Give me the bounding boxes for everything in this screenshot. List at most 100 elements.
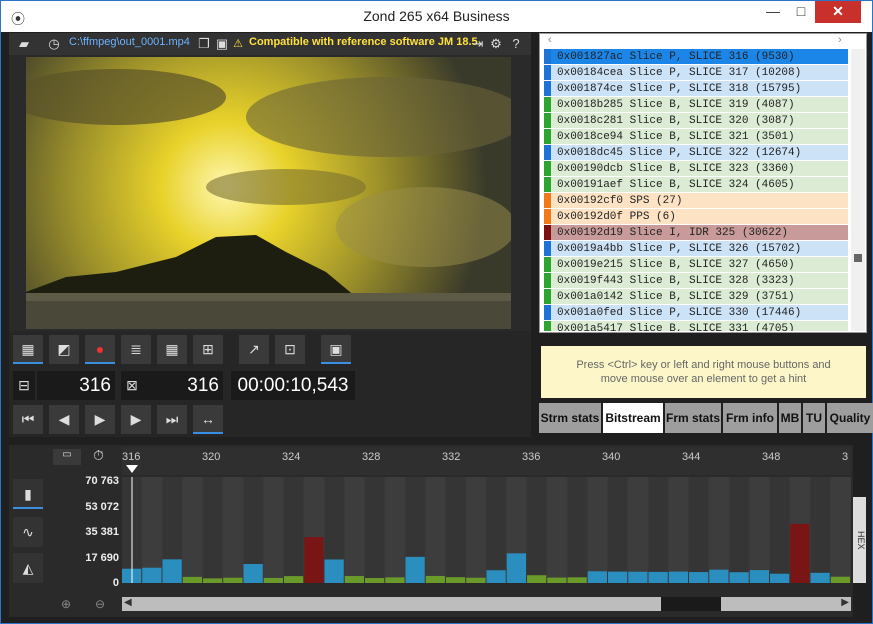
frame-size-bar[interactable]	[385, 577, 405, 583]
frame-size-bar[interactable]	[506, 553, 526, 583]
frame-size-bar[interactable]	[243, 564, 263, 583]
bitstream-row[interactable]: 0x0019a4bb Slice P, SLICE 326 (15702)	[544, 241, 848, 257]
help-icon[interactable]: ?	[507, 35, 525, 53]
zoom-in-icon[interactable]: ⊕	[61, 597, 71, 611]
bitstream-row[interactable]: 0x00184cea Slice P, SLICE 317 (10208)	[544, 65, 848, 81]
frame-view-button[interactable]: ▦	[13, 335, 43, 364]
bitstream-row[interactable]: 0x0018c281 Slice B, SLICE 320 (3087)	[544, 113, 848, 129]
bitstream-row[interactable]: 0x0018ce94 Slice B, SLICE 321 (3501)	[544, 129, 848, 145]
color-components-button[interactable]: ●	[85, 335, 115, 364]
scroll-left-arrow[interactable]: ◀	[124, 597, 132, 608]
first-frame-button[interactable]: ⏮	[13, 405, 43, 434]
export-icon[interactable]: ⇥	[469, 35, 487, 53]
video-frame[interactable]	[26, 57, 511, 329]
bitstream-row[interactable]: 0x0018b285 Slice B, SLICE 319 (4087)	[544, 97, 848, 113]
frame-size-bar[interactable]	[304, 537, 324, 583]
histogram-button[interactable]: ◩	[49, 335, 79, 364]
frame-size-bar[interactable]	[182, 576, 202, 583]
frame-size-bar[interactable]	[405, 556, 425, 583]
scroll-left-icon[interactable]: ‹	[548, 34, 552, 46]
scroll-thumb[interactable]	[661, 597, 721, 611]
frame-size-bar[interactable]	[729, 572, 749, 583]
folder-icon[interactable]: ▰	[15, 35, 33, 53]
bitstream-row[interactable]: 0x00190dcb Slice B, SLICE 323 (3360)	[544, 161, 848, 177]
frame-size-bar[interactable]	[608, 571, 628, 583]
timecode[interactable]: 00:00:10,543	[231, 371, 355, 400]
minimize-button[interactable]: —	[759, 1, 787, 23]
bitstream-row[interactable]: 0x00192d19 Slice I, IDR 325 (30622)	[544, 225, 848, 241]
frame-size-bar[interactable]	[527, 575, 547, 583]
x-axis-ruler[interactable]: 316 320 324 328 332 336 340 344 348 3	[122, 447, 851, 475]
frame-size-bar[interactable]	[628, 571, 648, 583]
vertical-scrollbar[interactable]	[851, 49, 865, 331]
frame-size-bar[interactable]	[547, 577, 567, 583]
frame-size-bar[interactable]	[344, 576, 364, 583]
bar-chart-button[interactable]: ▮	[13, 479, 43, 509]
maximize-button[interactable]: □	[787, 1, 815, 23]
frame-size-bar[interactable]	[425, 575, 445, 583]
bitstream-row[interactable]: 0x0019e215 Slice B, SLICE 327 (4650)	[544, 257, 848, 273]
bitstream-row[interactable]: 0x001a0142 Slice B, SLICE 329 (3751)	[544, 289, 848, 305]
frame-size-bar[interactable]	[365, 578, 385, 583]
tab-mb[interactable]: MB	[779, 403, 801, 433]
frame-size-bar[interactable]	[567, 577, 587, 583]
frame-size-bar[interactable]	[689, 572, 709, 583]
frame-size-bar[interactable]	[749, 570, 769, 583]
tab-quality[interactable]: Quality	[827, 403, 873, 433]
frame-size-bar[interactable]	[203, 578, 223, 583]
motion-vectors-button[interactable]: ↗	[239, 335, 269, 364]
frame-size-bar[interactable]	[142, 567, 162, 583]
bitstream-row[interactable]: 0x001827ac Slice P, SLICE 316 (9530)	[544, 49, 848, 65]
frame-size-bar[interactable]	[709, 569, 729, 583]
bitstream-row[interactable]: 0x001874ce Slice P, SLICE 318 (15795)	[544, 81, 848, 97]
frame-size-bar[interactable]	[223, 577, 243, 583]
grid-view-button[interactable]: ▦	[157, 335, 187, 364]
bitstream-list[interactable]: 0x001827ac Slice P, SLICE 316 (9530) 0x00…	[544, 49, 848, 331]
frame-size-bar[interactable]	[668, 571, 688, 583]
bitstream-row[interactable]: 0x0019f443 Slice B, SLICE 328 (3323)	[544, 273, 848, 289]
frame-size-bar[interactable]	[587, 571, 607, 583]
frame-size-bar[interactable]	[830, 576, 850, 583]
scroll-right-icon[interactable]: ›	[838, 34, 842, 46]
scroll-thumb[interactable]	[854, 254, 862, 262]
zoom-out-icon[interactable]: ⊖	[95, 597, 105, 611]
bitstream-row[interactable]: 0x001a0fed Slice P, SLICE 330 (17446)	[544, 305, 848, 321]
scroll-right-arrow[interactable]: ▶	[841, 597, 849, 608]
copy-icon[interactable]: ❐	[195, 35, 213, 53]
bitstream-row[interactable]: 0x001a5417 Slice B, SLICE 331 (4705)	[544, 321, 848, 331]
clock-icon[interactable]: ◷	[45, 35, 63, 53]
frame-size-bar[interactable]	[162, 559, 182, 583]
frame-size-bar[interactable]	[810, 572, 830, 583]
bitstream-row[interactable]: 0x00192d0f PPS (6)	[544, 209, 848, 225]
bitstream-row[interactable]: 0x0018dc45 Slice P, SLICE 322 (12674)	[544, 145, 848, 161]
stopwatch-icon[interactable]: ⏱	[93, 447, 104, 464]
file-path[interactable]: C:\ffmpeg\out_0001.mp4	[69, 36, 190, 48]
fullscreen-button[interactable]: ▣	[321, 335, 351, 364]
frames-icon[interactable]: ▭	[53, 449, 81, 465]
tab-frm-stats[interactable]: Frm stats	[665, 403, 721, 433]
lines-view-button[interactable]: ≣	[121, 335, 151, 364]
current-frame-marker[interactable]	[126, 465, 138, 473]
horizontal-scrollbar[interactable]: ◀ ▶	[122, 597, 851, 611]
display-counter[interactable]: 316	[143, 371, 223, 400]
bitstream-row[interactable]: 0x00192cf0 SPS (27)	[544, 193, 848, 209]
frame-size-bar[interactable]	[770, 573, 790, 583]
bitstream-row[interactable]: 0x00191aef Slice B, SLICE 324 (4605)	[544, 177, 848, 193]
area-chart-button[interactable]: ◭	[13, 553, 43, 583]
frame-size-chart[interactable]	[122, 477, 851, 583]
tab-tu[interactable]: TU	[803, 403, 825, 433]
tab-strm-stats[interactable]: Strm stats	[539, 403, 601, 433]
line-chart-button[interactable]: ∿	[13, 517, 43, 547]
frame-size-bar[interactable]	[324, 559, 344, 583]
frame-size-bar[interactable]	[446, 577, 466, 583]
blocks-view-button[interactable]: ⊞	[193, 335, 223, 364]
tab-frm-info[interactable]: Frm info	[723, 403, 777, 433]
play-button[interactable]: ▶	[85, 405, 115, 434]
frame-size-bar[interactable]	[263, 577, 283, 583]
overlay-button[interactable]: ⊡	[275, 335, 305, 364]
prev-frame-button[interactable]: ◀	[49, 405, 79, 434]
frame-size-bar[interactable]	[648, 571, 668, 583]
hex-toggle-button[interactable]: HEX	[853, 497, 866, 583]
frame-size-bar[interactable]	[466, 577, 486, 583]
frame-size-bar[interactable]	[790, 523, 810, 583]
